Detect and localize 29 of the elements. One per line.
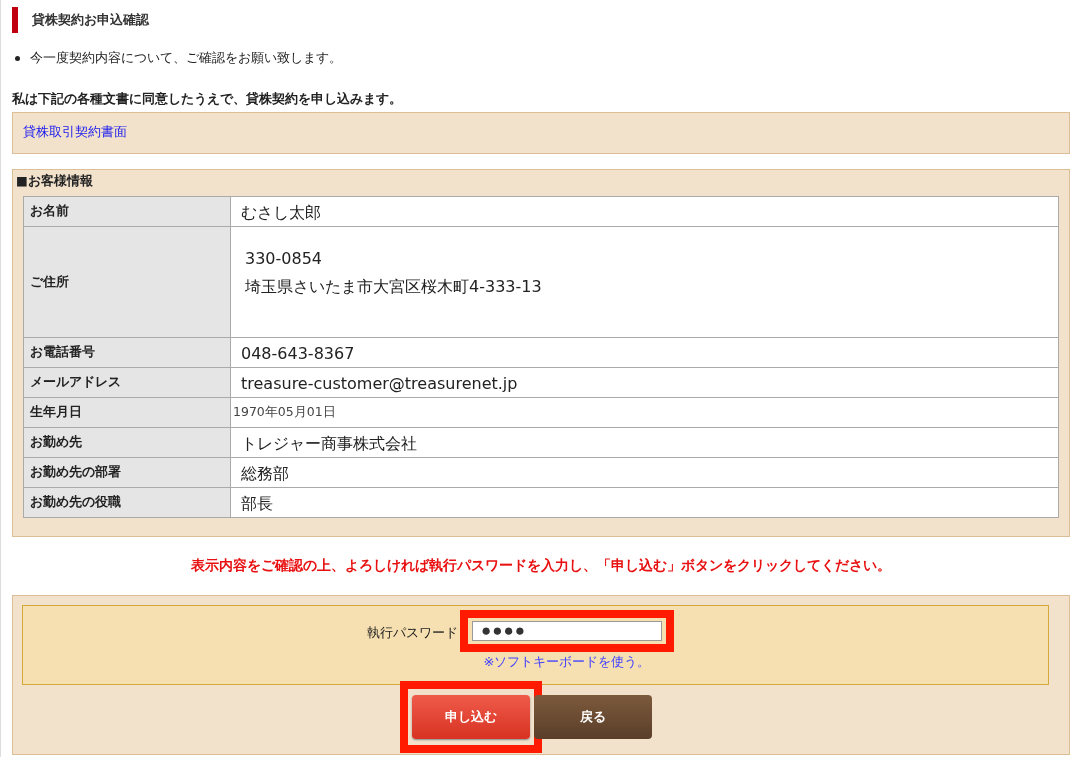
table-cell: 部長 bbox=[230, 487, 1059, 518]
submit-button[interactable]: 申し込む bbox=[411, 695, 530, 739]
document-link[interactable]: 貸株取引契約書面 bbox=[23, 124, 127, 139]
table-header-cell: 生年月日 bbox=[23, 397, 231, 428]
password-label: 執行パスワード bbox=[367, 624, 458, 642]
table-cell: 048-643-8367 bbox=[230, 337, 1059, 368]
table-cell: むさし太郎 bbox=[230, 196, 1059, 227]
table-header-cell: お勤め先 bbox=[23, 427, 231, 458]
table-header-cell: ご住所 bbox=[23, 226, 231, 338]
bullet-icon bbox=[15, 55, 20, 61]
table-header-cell: お名前 bbox=[23, 196, 231, 227]
table-header-cell: お勤め先の部署 bbox=[23, 457, 231, 488]
page-title: 貸株契約お申込確認 bbox=[32, 11, 149, 29]
table-cell: 330-0854 埼玉県さいたま市大宮区桜木町4-333-13 bbox=[230, 226, 1059, 338]
table-cell: 1970年05月01日 bbox=[230, 397, 1059, 428]
note-text: 今一度契約内容について、ご確認をお願い致します。 bbox=[30, 49, 342, 67]
soft-keyboard-link[interactable]: ※ソフトキーボードを使う。 bbox=[483, 653, 651, 671]
title-marker bbox=[12, 7, 18, 33]
table-header-cell: お勤め先の役職 bbox=[23, 487, 231, 518]
table-header-cell: メールアドレス bbox=[23, 367, 231, 398]
back-button[interactable]: 戻る bbox=[533, 695, 652, 739]
table-cell: 総務部 bbox=[230, 457, 1059, 488]
table-cell: treasure-customer@treasurenet.jp bbox=[230, 367, 1059, 398]
agreement-text: 私は下記の各種文書に同意したうえで、貸株契約を申し込みます。 bbox=[12, 91, 403, 108]
table-cell: トレジャー商事株式会社 bbox=[230, 427, 1059, 458]
password-field[interactable]: ●●●● bbox=[472, 621, 662, 641]
section-heading: ■お客様情報 bbox=[16, 172, 94, 190]
instruction-text: 表示内容をご確認の上、よろしければ執行パスワードを入力し、「申し込む」ボタンをクリックしてください。 bbox=[190, 557, 892, 575]
table-header-cell: お電話番号 bbox=[23, 337, 231, 368]
